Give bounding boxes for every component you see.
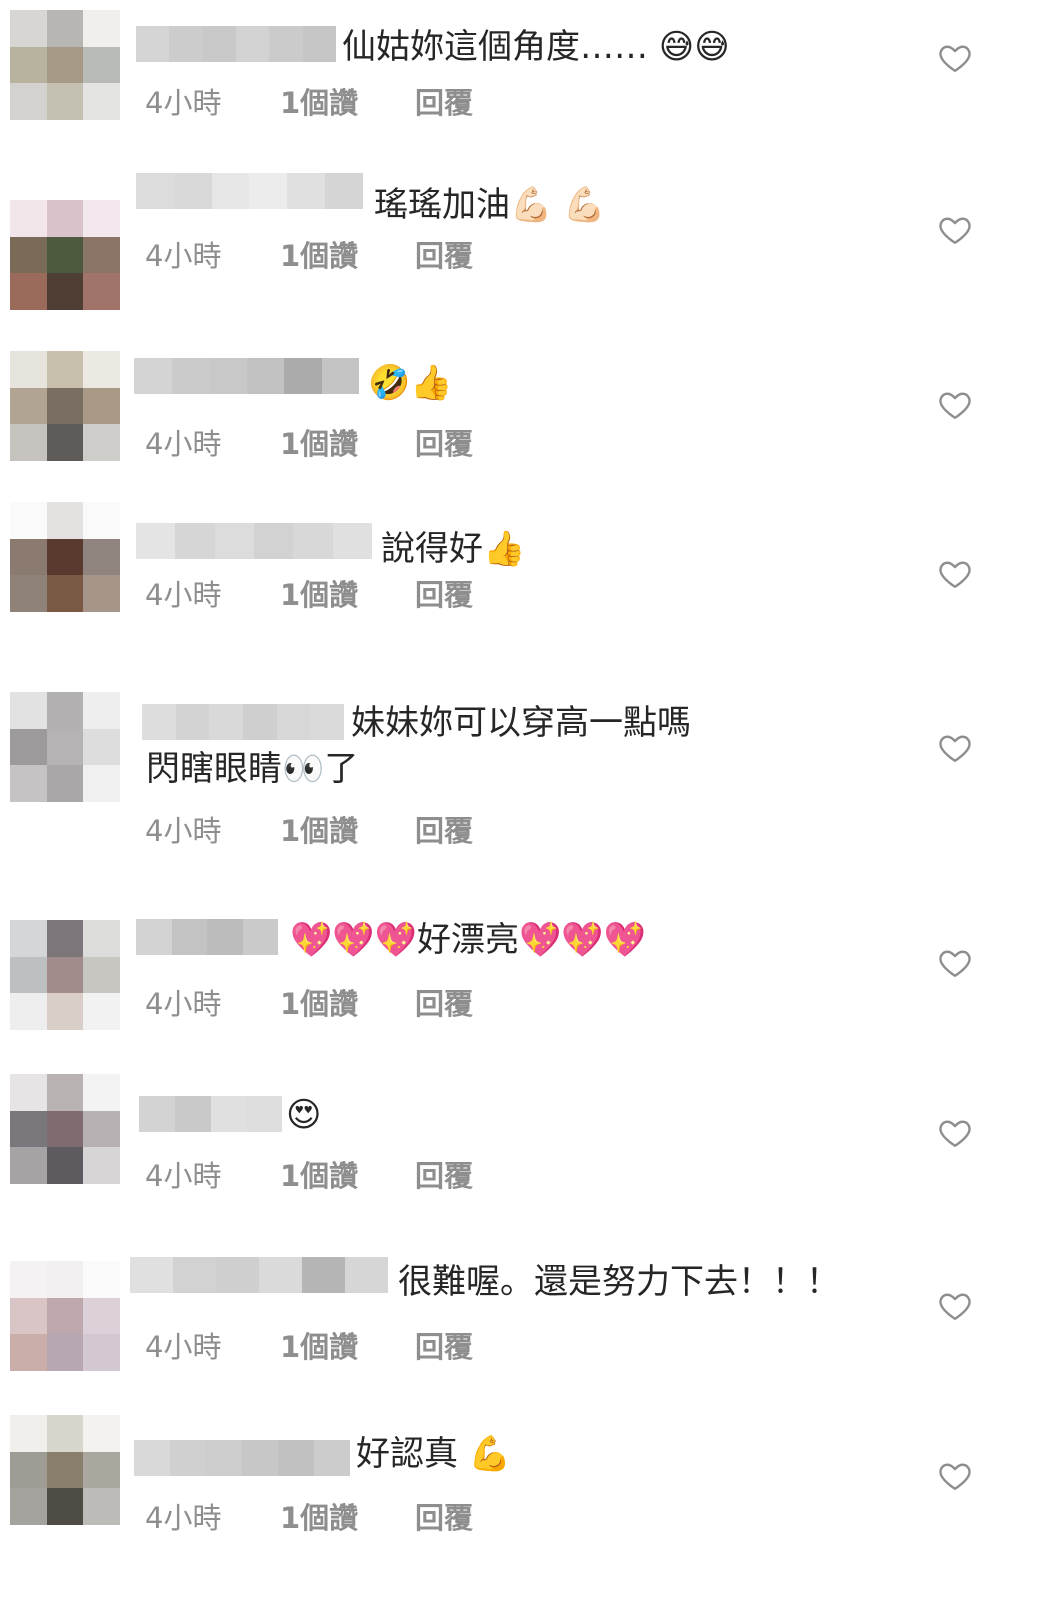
reply-button[interactable]: 回覆: [415, 981, 473, 1023]
timestamp: 4小時: [145, 1330, 222, 1364]
timestamp: 4小時: [145, 1159, 222, 1193]
username-blurred[interactable]: [136, 523, 372, 559]
like-count-button[interactable]: 1個讚: [280, 80, 358, 122]
like-count-button[interactable]: 1個讚: [280, 981, 358, 1023]
comment-text: 🤣👍: [368, 363, 453, 403]
heart-icon[interactable]: [937, 730, 973, 766]
username-blurred[interactable]: [139, 1096, 282, 1132]
heart-icon[interactable]: [937, 556, 973, 592]
like-count-button[interactable]: 1個讚: [280, 1153, 358, 1195]
like-count-button[interactable]: 1個讚: [280, 1324, 358, 1366]
heart-icon[interactable]: [937, 945, 973, 981]
username-blurred[interactable]: [134, 1440, 350, 1476]
comment-text: 很難喔。還是努力下去！！！: [398, 1262, 840, 1302]
reply-button[interactable]: 回覆: [415, 1495, 473, 1537]
like-count-button[interactable]: 1個讚: [280, 808, 358, 850]
username-blurred[interactable]: [136, 26, 336, 62]
username-blurred[interactable]: [142, 704, 345, 740]
timestamp: 4小時: [145, 1501, 222, 1535]
comment-text: 瑤瑤加油💪🏻 💪🏻: [374, 185, 606, 225]
timestamp: 4小時: [145, 86, 222, 120]
reply-button[interactable]: 回覆: [415, 1324, 473, 1366]
avatar[interactable]: [10, 10, 120, 120]
reply-button[interactable]: 回覆: [415, 233, 473, 275]
comment-text: 💖💖💖好漂亮💖💖💖: [290, 920, 647, 960]
avatar[interactable]: [10, 1261, 120, 1371]
username-blurred[interactable]: [134, 358, 359, 394]
reply-button[interactable]: 回覆: [415, 808, 473, 850]
timestamp: 4小時: [145, 987, 222, 1021]
comment-text: 說得好👍: [381, 529, 526, 569]
avatar[interactable]: [10, 1415, 120, 1525]
avatar[interactable]: [10, 351, 120, 461]
timestamp: 4小時: [145, 578, 222, 612]
heart-icon[interactable]: [937, 387, 973, 423]
like-count-button[interactable]: 1個讚: [280, 1495, 358, 1537]
avatar[interactable]: [10, 502, 120, 612]
avatar[interactable]: [10, 200, 120, 310]
comment-text: 妹妹妳可以穿高一點嗎: [351, 703, 691, 743]
heart-icon[interactable]: [937, 212, 973, 248]
timestamp: 4小時: [145, 239, 222, 273]
username-blurred[interactable]: [130, 1257, 388, 1293]
timestamp: 4小時: [145, 814, 222, 848]
comment-text-line2: 閃瞎眼睛👀了: [146, 749, 359, 789]
reply-button[interactable]: 回覆: [415, 1153, 473, 1195]
reply-button[interactable]: 回覆: [415, 421, 473, 463]
username-blurred[interactable]: [136, 919, 278, 955]
like-count-button[interactable]: 1個讚: [280, 421, 358, 463]
comment-text: 仙姑妳這個角度…… 😅😅: [342, 27, 730, 67]
avatar[interactable]: [10, 1074, 120, 1184]
timestamp: 4小時: [145, 427, 222, 461]
reply-button[interactable]: 回覆: [415, 80, 473, 122]
reply-button[interactable]: 回覆: [415, 572, 473, 614]
like-count-button[interactable]: 1個讚: [280, 233, 358, 275]
comment-text: 😍: [286, 1095, 322, 1135]
heart-icon[interactable]: [937, 40, 973, 76]
avatar[interactable]: [10, 692, 120, 802]
heart-icon[interactable]: [937, 1288, 973, 1324]
like-count-button[interactable]: 1個讚: [280, 572, 358, 614]
heart-icon[interactable]: [937, 1458, 973, 1494]
username-blurred[interactable]: [136, 173, 363, 209]
heart-icon[interactable]: [937, 1115, 973, 1151]
comment-text: 好認真 💪: [356, 1434, 512, 1474]
avatar[interactable]: [10, 920, 120, 1030]
